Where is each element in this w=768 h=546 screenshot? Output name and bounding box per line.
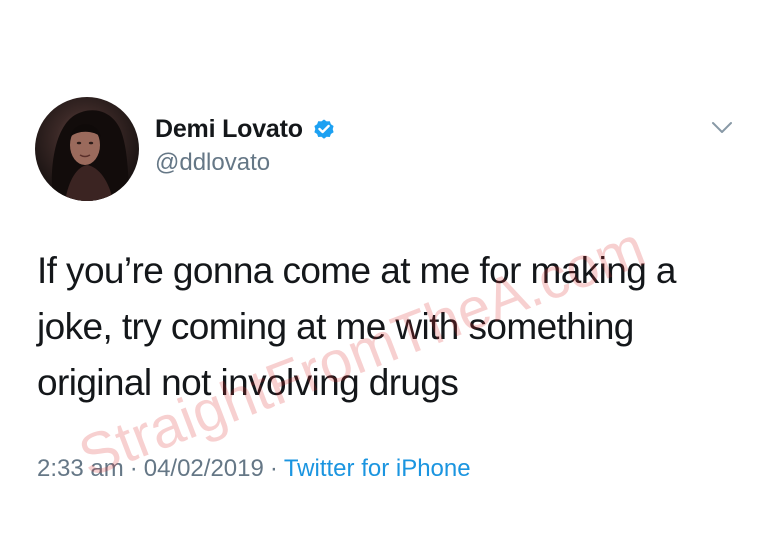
user-name-row: Demi Lovato (155, 113, 336, 145)
tweet-date[interactable]: 04/02/2019 (144, 455, 264, 482)
user-handle[interactable]: @ddlovato (155, 149, 270, 177)
tweet-time[interactable]: 2:33 am (37, 455, 124, 482)
display-name[interactable]: Demi Lovato (155, 115, 303, 144)
meta-separator: · (269, 455, 278, 482)
chevron-down-icon[interactable] (710, 120, 734, 136)
avatar[interactable] (35, 97, 139, 201)
verified-badge-icon (312, 117, 336, 141)
tweet-card: Demi Lovato @ddlovato If you’re gonna co… (0, 0, 768, 546)
tweet-meta: 2:33 am · 04/02/2019 · Twitter for iPhone (37, 455, 471, 483)
profile-photo-icon (51, 110, 131, 201)
tweet-source-link[interactable]: Twitter for iPhone (284, 455, 471, 482)
tweet-text: If you’re gonna come at me for making a … (37, 250, 676, 403)
meta-separator: · (129, 455, 138, 482)
